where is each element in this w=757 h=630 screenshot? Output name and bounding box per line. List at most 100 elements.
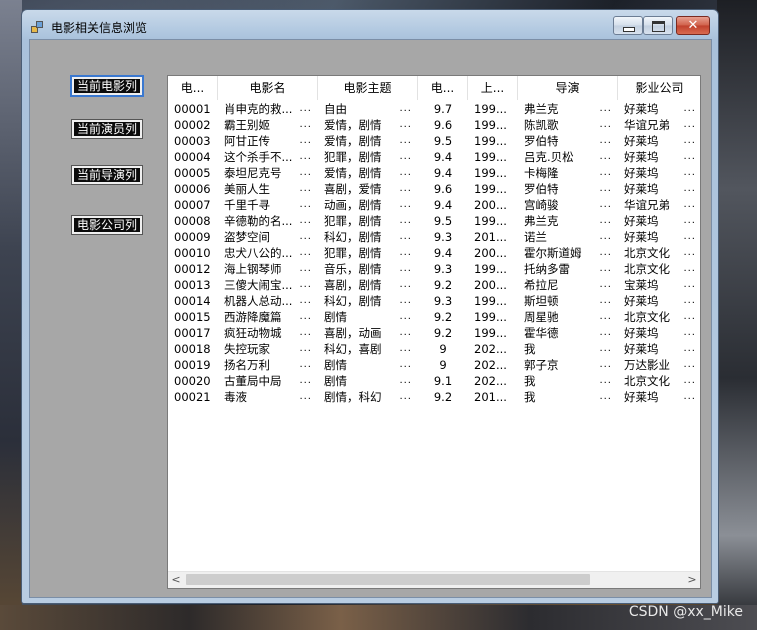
scroll-thumb[interactable] xyxy=(186,574,590,585)
cell-director: 诺兰 xyxy=(518,229,618,245)
cell-company: 好莱坞 xyxy=(618,133,700,149)
close-button[interactable]: ✕ xyxy=(676,16,710,35)
cell-id: 00004 xyxy=(174,150,211,164)
table-row[interactable]: 00008 辛德勒的名...犯罪，剧情 9.5 199... 弗兰克好莱坞 xyxy=(168,213,700,229)
cell-release: 199... xyxy=(474,150,507,164)
cell-rating: 9.4 xyxy=(433,150,453,164)
table-row[interactable]: 00015 西游降魔篇剧情 9.2 199... 周星驰北京文化 xyxy=(168,309,700,325)
cell-theme: 科幻，剧情 xyxy=(318,293,418,309)
current-movies-button[interactable]: 当前电影列 xyxy=(70,75,144,97)
table-row[interactable]: 00020 古董局中局剧情 9.1 202... 我北京文化 xyxy=(168,373,700,389)
cell-release: 199... xyxy=(474,294,507,308)
cell-rating: 9.3 xyxy=(433,294,453,308)
cell-name: 疯狂动物城 xyxy=(218,325,318,341)
maximize-button[interactable] xyxy=(643,16,673,35)
cell-release: 200... xyxy=(474,278,507,292)
cell-theme: 爱情，剧情 xyxy=(318,165,418,181)
current-actors-button[interactable]: 当前演员列 xyxy=(71,119,143,139)
table-row[interactable]: 00014 机器人总动...科幻，剧情 9.3 199... 斯坦顿好莱坞 xyxy=(168,293,700,309)
table-row[interactable]: 00019 扬名万利剧情 9 202... 郭子京万达影业 xyxy=(168,357,700,373)
cell-theme: 剧情，科幻 xyxy=(318,389,418,405)
table-row[interactable]: 00006 美丽人生喜剧，爱情 9.6 199... 罗伯特好莱坞 xyxy=(168,181,700,197)
cell-name: 这个杀手不... xyxy=(218,149,318,165)
title-bar[interactable]: 电影相关信息浏览 ✕ xyxy=(22,10,718,40)
column-header-theme[interactable]: 电影主题 xyxy=(318,76,418,100)
column-header-rating[interactable]: 电... xyxy=(418,76,468,100)
cell-director: 陈凯歌 xyxy=(518,117,618,133)
table-row[interactable]: 00017 疯狂动物城喜剧，动画 9.2 199... 霍华德好莱坞 xyxy=(168,325,700,341)
cell-theme: 喜剧，动画 xyxy=(318,325,418,341)
cell-release: 199... xyxy=(474,102,507,116)
table-row[interactable]: 00009 盗梦空间科幻，剧情 9.3 201... 诺兰好莱坞 xyxy=(168,229,700,245)
cell-id: 00017 xyxy=(174,326,211,340)
cell-name: 千里千寻 xyxy=(218,197,318,213)
cell-id: 00015 xyxy=(174,310,211,324)
cell-name: 泰坦尼克号 xyxy=(218,165,318,181)
cell-name: 忠犬八公的... xyxy=(218,245,318,261)
cell-name: 辛德勒的名... xyxy=(218,213,318,229)
table-row[interactable]: 00021 毒液剧情，科幻 9.2 201... 我好莱坞 xyxy=(168,389,700,405)
column-header-release[interactable]: 上... xyxy=(468,76,518,100)
cell-rating: 9.4 xyxy=(433,166,453,180)
table-row[interactable]: 00001 肖申克的救...自由 9.7 199... 弗兰克好莱坞 xyxy=(168,101,700,117)
cell-company: 好莱坞 xyxy=(618,389,700,405)
movie-list-view[interactable]: 电...电影名电影主题电...上...导演影业公司 00001肖申克的救...自… xyxy=(167,75,701,589)
cell-company: 好莱坞 xyxy=(618,165,700,181)
cell-rating: 9.4 xyxy=(433,246,453,260)
table-row[interactable]: 00004 这个杀手不...犯罪，剧情 9.4 199... 吕克.贝松好莱坞 xyxy=(168,149,700,165)
cell-director: 郭子京 xyxy=(518,357,618,373)
cell-rating: 9.2 xyxy=(433,278,453,292)
column-header-name[interactable]: 电影名 xyxy=(218,76,318,100)
cell-rating: 9.3 xyxy=(433,262,453,276)
table-row[interactable]: 00018 失控玩家科幻，喜剧 9 202... 我好莱坞 xyxy=(168,341,700,357)
cell-release: 199... xyxy=(474,214,507,228)
column-header-director[interactable]: 导演 xyxy=(518,76,618,100)
minimize-button[interactable] xyxy=(613,16,643,35)
cell-rating: 9.7 xyxy=(433,102,453,116)
horizontal-scrollbar[interactable]: < > xyxy=(168,571,700,588)
cell-director: 宫崎骏 xyxy=(518,197,618,213)
cell-theme: 动画，剧情 xyxy=(318,197,418,213)
cell-release: 199... xyxy=(474,262,507,276)
cell-theme: 犯罪，剧情 xyxy=(318,213,418,229)
table-row[interactable]: 00005 泰坦尼克号爱情，剧情 9.4 199... 卡梅隆好莱坞 xyxy=(168,165,700,181)
cell-rating: 9.2 xyxy=(433,390,453,404)
cell-name: 机器人总动... xyxy=(218,293,318,309)
table-row[interactable]: 00007 千里千寻动画，剧情 9.4 200... 宫崎骏华谊兄弟 xyxy=(168,197,700,213)
cell-company: 好莱坞 xyxy=(618,341,700,357)
app-icon xyxy=(31,21,45,33)
cell-company: 北京文化 xyxy=(618,261,700,277)
cell-rating: 9.4 xyxy=(433,198,453,212)
cell-id: 00021 xyxy=(174,390,211,404)
current-directors-button[interactable]: 当前导演列 xyxy=(71,165,143,185)
table-row[interactable]: 00013 三傻大闹宝...喜剧，剧情 9.2 200... 希拉尼宝莱坞 xyxy=(168,277,700,293)
table-row[interactable]: 00010 忠犬八公的...犯罪，剧情 9.4 200... 霍尔斯道姆北京文化 xyxy=(168,245,700,261)
cell-rating: 9.5 xyxy=(433,214,453,228)
cell-director: 弗兰克 xyxy=(518,213,618,229)
desktop-background-right xyxy=(717,0,757,630)
table-row[interactable]: 00003 阿甘正传爱情，剧情 9.5 199... 罗伯特好莱坞 xyxy=(168,133,700,149)
cell-id: 00013 xyxy=(174,278,211,292)
film-companies-button[interactable]: 电影公司列 xyxy=(71,215,143,235)
scroll-right-icon[interactable]: > xyxy=(684,572,700,588)
cell-theme: 犯罪，剧情 xyxy=(318,149,418,165)
column-header-company[interactable]: 影业公司 xyxy=(618,76,700,100)
cell-id: 00020 xyxy=(174,374,211,388)
cell-release: 202... xyxy=(474,358,507,372)
cell-name: 失控玩家 xyxy=(218,341,318,357)
table-row[interactable]: 00002 霸王别姬爱情，剧情 9.6 199... 陈凯歌华谊兄弟 xyxy=(168,117,700,133)
cell-director: 托纳多雷 xyxy=(518,261,618,277)
cell-name: 盗梦空间 xyxy=(218,229,318,245)
cell-release: 201... xyxy=(474,390,507,404)
cell-rating: 9.6 xyxy=(433,118,453,132)
cell-company: 北京文化 xyxy=(618,373,700,389)
column-header-id[interactable]: 电... xyxy=(168,76,218,100)
cell-theme: 喜剧，爱情 xyxy=(318,181,418,197)
table-row[interactable]: 00012 海上钢琴师音乐，剧情 9.3 199... 托纳多雷北京文化 xyxy=(168,261,700,277)
cell-id: 00018 xyxy=(174,342,211,356)
cell-theme: 喜剧，剧情 xyxy=(318,277,418,293)
cell-name: 肖申克的救... xyxy=(218,101,318,117)
cell-theme: 剧情 xyxy=(318,373,418,389)
cell-id: 00019 xyxy=(174,358,211,372)
scroll-left-icon[interactable]: < xyxy=(168,572,184,588)
